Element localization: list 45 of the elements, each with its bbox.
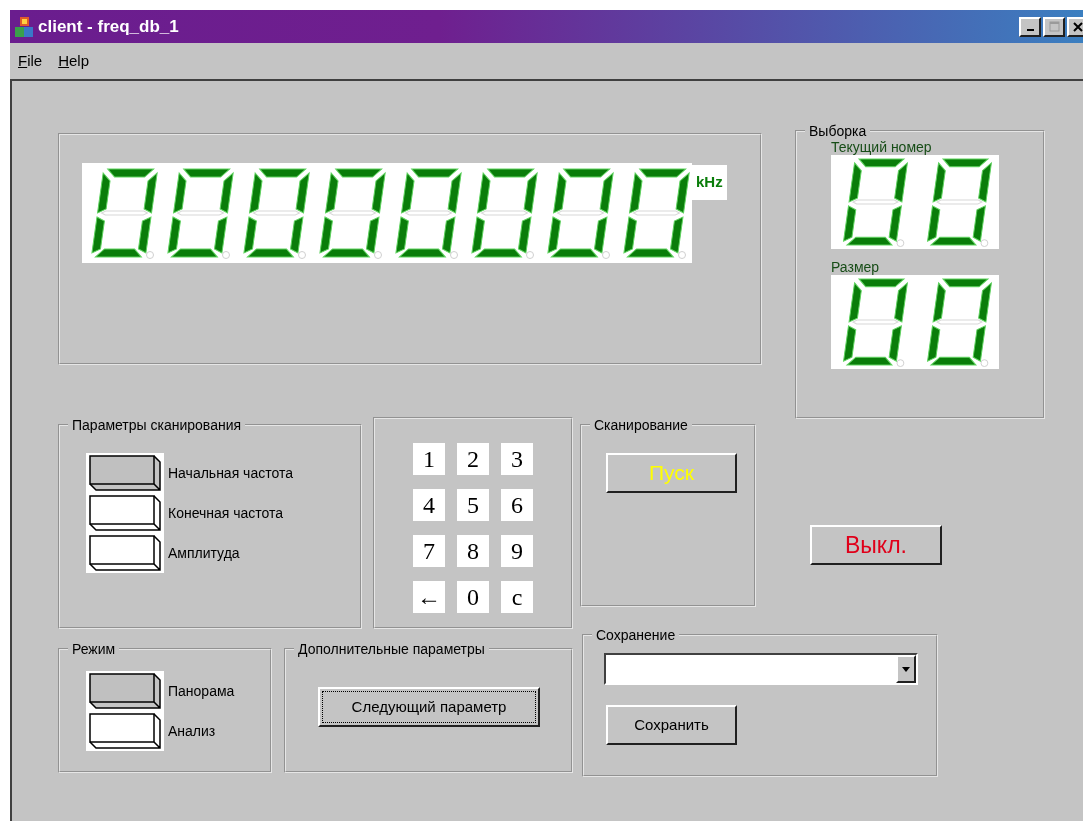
keypad-key[interactable]: 4 [413,489,445,521]
keypad-key[interactable]: 6 [501,489,533,521]
counter-label: Текущий номер [831,139,933,155]
keypad-key[interactable]: 1 [413,443,445,475]
next-parameter-button[interactable]: Следующий параметр [318,687,540,727]
option-label: Конечная частота [168,503,284,523]
group-title: Параметры сканирования [71,417,243,433]
group-title: Режим [71,641,117,657]
keypad-key[interactable]: ← [413,581,445,613]
unit-label: kHz [692,165,727,200]
close-icon [1073,21,1083,32]
group-title: Сохранение [595,627,677,643]
keypad-key[interactable]: 9 [501,535,533,567]
keypad-key[interactable]: 8 [457,535,489,567]
option-label: Анализ [168,721,216,741]
option-label: Амплитуда [168,543,240,563]
window-control-button[interactable] [1019,16,1041,37]
maximize-icon [1048,21,1060,32]
toggle-button[interactable] [86,711,164,751]
window-title: client - freq_db_1 [38,15,180,38]
option-label: Начальная частота [168,463,293,483]
keypad-key[interactable]: c [501,581,533,613]
keypad-key[interactable]: 2 [457,443,489,475]
minimize-icon [1026,29,1034,31]
group-title: Сканирование [593,417,689,433]
window-control-button[interactable] [1067,16,1083,37]
group-title: Дополнительные параметры [297,641,486,657]
keypad-key[interactable]: 5 [457,489,489,521]
keypad-key[interactable]: 7 [413,535,445,567]
counter-label: Размер [831,259,881,275]
file-combobox[interactable] [604,653,918,685]
toggle-button[interactable] [86,671,164,711]
dropdown-arrow-icon [902,666,910,672]
keypad-key[interactable]: 3 [501,443,533,475]
option-label: Панорама [168,681,235,701]
save-button[interactable]: Сохранить [606,705,737,745]
menu-item[interactable]: File [18,49,43,73]
toggle-button[interactable] [86,533,164,573]
group-title: Выборка [808,123,868,139]
dropdown-button[interactable] [896,655,916,683]
toggle-button[interactable] [86,453,164,493]
toggle-button[interactable] [86,493,164,533]
menu-item[interactable]: Help [58,49,90,73]
keypad-key[interactable]: 0 [457,581,489,613]
app-icon [14,15,34,38]
